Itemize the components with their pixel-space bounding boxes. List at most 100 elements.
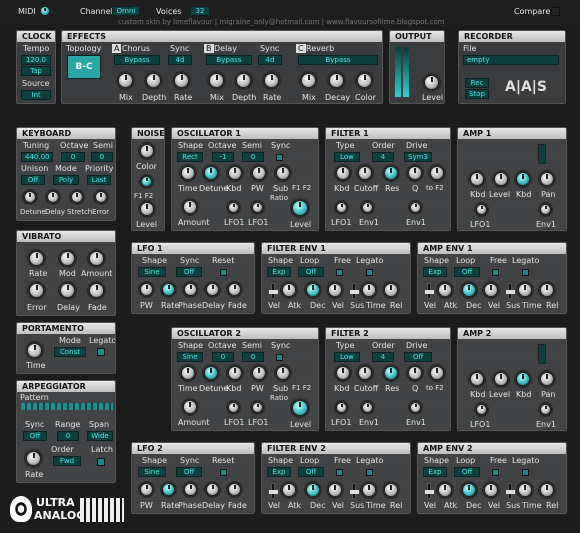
osc2-amount-knob[interactable] bbox=[183, 400, 197, 414]
aenv2-legato-toggle[interactable] bbox=[522, 469, 529, 476]
filter1-knob-3[interactable] bbox=[408, 166, 422, 180]
filter2-knob-0[interactable] bbox=[336, 366, 350, 380]
aenv2-str-knob-0[interactable] bbox=[518, 483, 532, 497]
aenv2-adk-knob-0[interactable] bbox=[438, 483, 452, 497]
noise-level-knob[interactable] bbox=[140, 202, 154, 216]
vibrato-rate-knob[interactable] bbox=[29, 251, 44, 266]
osc1-lfo-knob-a[interactable] bbox=[228, 202, 239, 213]
delay-mix-knob[interactable] bbox=[209, 73, 224, 88]
aenv1-velsus-fader[interactable] bbox=[506, 283, 515, 299]
kb-delay-knob[interactable] bbox=[47, 191, 59, 203]
voices-select[interactable]: 32 bbox=[190, 6, 210, 16]
arp-range-select[interactable]: 0 bbox=[57, 431, 79, 441]
arp-span-select[interactable]: Wide bbox=[87, 431, 113, 441]
aenv1-adk-knob-1[interactable] bbox=[462, 283, 476, 297]
topology-display[interactable]: B-C bbox=[67, 55, 101, 79]
octave-display[interactable]: 0 bbox=[61, 152, 85, 162]
lfo2-shape-select[interactable]: Sine bbox=[138, 467, 166, 477]
fenv2-shape-select[interactable]: Exp bbox=[267, 467, 291, 477]
fenv1-str-knob-0[interactable] bbox=[362, 283, 376, 297]
osc2-semi-select[interactable]: 0 bbox=[242, 352, 264, 362]
fenv2-adk-knob-0[interactable] bbox=[282, 483, 296, 497]
pattern-editor[interactable] bbox=[21, 403, 113, 410]
amp2-knob-1[interactable] bbox=[494, 372, 508, 386]
aenv1-legato-toggle[interactable] bbox=[522, 269, 529, 276]
amp2-knob-3[interactable] bbox=[540, 372, 554, 386]
arp-rate-knob[interactable] bbox=[26, 451, 41, 466]
filter1-order-select[interactable]: 4 bbox=[372, 152, 394, 162]
fenv1-adk-knob-1[interactable] bbox=[306, 283, 320, 297]
lfo1-knob-1[interactable] bbox=[162, 283, 175, 296]
chorus-mix-knob[interactable] bbox=[118, 73, 133, 88]
osc2-sync-toggle[interactable] bbox=[276, 354, 283, 361]
aenv1-shape-select[interactable]: Exp bbox=[423, 267, 447, 277]
reverb-mix-knob[interactable] bbox=[301, 73, 316, 88]
filter2-knob-4[interactable] bbox=[430, 366, 444, 380]
fenv1-str-knob-1[interactable] bbox=[384, 283, 398, 297]
osc1-amount-knob[interactable] bbox=[183, 200, 197, 214]
aenv2-shape-select[interactable]: Exp bbox=[423, 467, 447, 477]
lfo2-knob-0[interactable] bbox=[140, 483, 153, 496]
filter1-mod-knob-2[interactable] bbox=[410, 202, 421, 213]
lfo1-knob-4[interactable] bbox=[228, 283, 241, 296]
priority-select[interactable]: Last bbox=[87, 175, 111, 185]
unison-select[interactable]: Off bbox=[21, 175, 45, 185]
chorus-depth-knob[interactable] bbox=[146, 73, 161, 88]
osc1-octave-select[interactable]: -1 bbox=[212, 152, 234, 162]
vibrato-delay-knob[interactable] bbox=[60, 283, 75, 298]
semi-display[interactable]: 0 bbox=[91, 152, 113, 162]
fenv2-vel-fader[interactable] bbox=[269, 483, 278, 499]
aenv2-loop-select[interactable]: Off bbox=[454, 467, 480, 477]
amp2-lfo1-knob[interactable] bbox=[476, 404, 487, 415]
aenv1-adk-knob-0[interactable] bbox=[438, 283, 452, 297]
lfo2-knob-1[interactable] bbox=[162, 483, 175, 496]
delay-rate-knob[interactable] bbox=[264, 73, 279, 88]
stretch-knob[interactable] bbox=[71, 191, 83, 203]
filter1-knob-2[interactable] bbox=[384, 166, 398, 180]
amp1-env1-knob[interactable] bbox=[540, 204, 551, 215]
amp2-knob-2[interactable] bbox=[516, 372, 530, 386]
lfo1-sync-select[interactable]: Off bbox=[176, 267, 202, 277]
lfo1-reset-toggle[interactable] bbox=[220, 269, 227, 276]
fenv1-legato-toggle[interactable] bbox=[366, 269, 373, 276]
noise-f1f2-knob[interactable] bbox=[141, 176, 152, 187]
delay-preset-select[interactable]: Bypass bbox=[206, 55, 252, 65]
lfo1-knob-0[interactable] bbox=[140, 283, 153, 296]
noise-color-knob[interactable] bbox=[140, 144, 154, 158]
amp2-knob-0[interactable] bbox=[470, 372, 484, 386]
aenv1-free-toggle[interactable] bbox=[492, 269, 499, 276]
osc1-shape-select[interactable]: Rect bbox=[177, 152, 203, 162]
portamento-legato-toggle[interactable] bbox=[97, 348, 105, 356]
vibrato-mod-knob[interactable] bbox=[60, 251, 75, 266]
vibrato-error-knob[interactable] bbox=[29, 283, 44, 298]
osc1-semi-select[interactable]: 0 bbox=[242, 152, 264, 162]
osc1-knob-4[interactable] bbox=[276, 166, 290, 180]
portamento-mode-select[interactable]: Const bbox=[54, 347, 86, 357]
fenv1-adk-knob-0[interactable] bbox=[282, 283, 296, 297]
aenv1-str-knob-1[interactable] bbox=[540, 283, 554, 297]
amp2-env1-knob[interactable] bbox=[540, 404, 551, 415]
aenv2-vel-fader[interactable] bbox=[425, 483, 434, 499]
chorus-sync-select[interactable]: 4d bbox=[168, 55, 192, 65]
lfo2-reset-toggle[interactable] bbox=[220, 469, 227, 476]
fenv2-adk-knob-1[interactable] bbox=[306, 483, 320, 497]
amp1-lfo1-knob[interactable] bbox=[476, 204, 487, 215]
filter2-knob-3[interactable] bbox=[408, 366, 422, 380]
filter1-knob-4[interactable] bbox=[430, 166, 444, 180]
osc1-knob-0[interactable] bbox=[181, 166, 195, 180]
arp-latch-toggle[interactable] bbox=[97, 458, 105, 466]
error-knob[interactable] bbox=[95, 191, 107, 203]
aenv2-str-knob-1[interactable] bbox=[540, 483, 554, 497]
aenv1-str-knob-0[interactable] bbox=[518, 283, 532, 297]
lfo2-knob-2[interactable] bbox=[184, 483, 197, 496]
filter2-mod-knob-2[interactable] bbox=[410, 402, 421, 413]
amp1-knob-3[interactable] bbox=[540, 172, 554, 186]
osc2-knob-3[interactable] bbox=[252, 366, 266, 380]
stop-button[interactable]: Stop bbox=[465, 89, 489, 99]
filter2-knob-1[interactable] bbox=[358, 366, 372, 380]
amp1-knob-0[interactable] bbox=[470, 172, 484, 186]
filter2-mod-knob-0[interactable] bbox=[336, 402, 347, 413]
osc2-lfo-knob-a[interactable] bbox=[228, 402, 239, 413]
chorus-preset-select[interactable]: Bypass bbox=[114, 55, 160, 65]
aenv2-free-toggle[interactable] bbox=[492, 469, 499, 476]
